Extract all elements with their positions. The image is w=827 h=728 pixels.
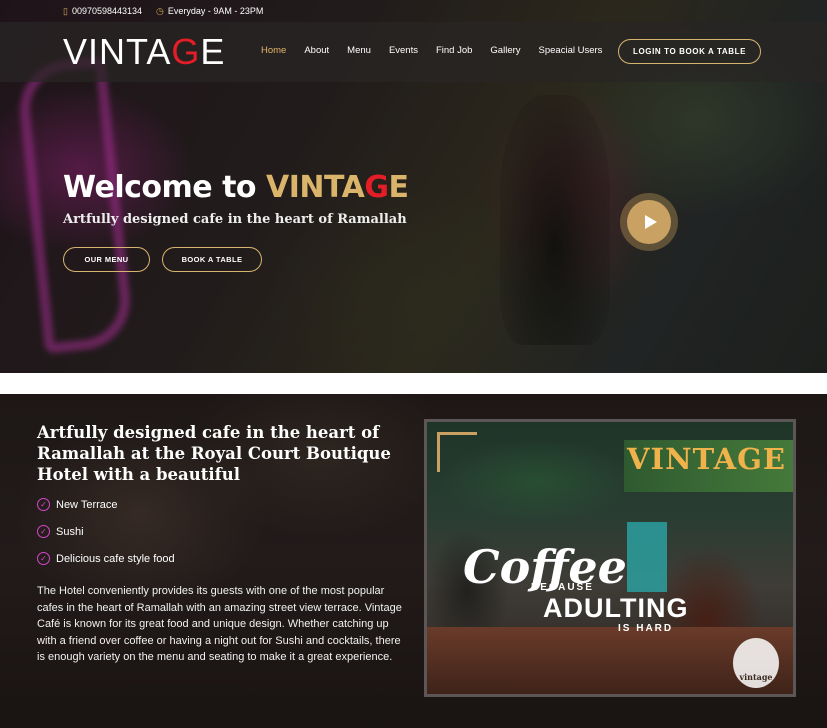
check-circle-icon: ✓	[37, 498, 50, 511]
because-text: BECAUSE	[531, 582, 594, 593]
is-hard-text: IS HARD	[618, 623, 674, 634]
check-circle-icon: ✓	[37, 552, 50, 565]
hero-brand-main: VINTA	[266, 170, 365, 205]
logo-text-accent: G	[171, 31, 201, 72]
wall-sign-text: VINTAGE	[627, 442, 786, 476]
feature-label: Sushi	[56, 525, 84, 538]
hero-title-brand: VINTAGE	[266, 170, 409, 205]
play-icon	[644, 215, 657, 229]
about-title: Artfully designed cafe in the heart of R…	[37, 423, 391, 484]
our-menu-button[interactable]: OUR MENU	[63, 247, 150, 272]
hero-section: ▯ 00970598443134 ◷ Everyday - 9AM - 23PM…	[0, 0, 827, 373]
hours-info: ◷ Everyday - 9AM - 23PM	[156, 6, 263, 17]
phone-info[interactable]: ▯ 00970598443134	[63, 6, 142, 17]
cafe-photo-image: VINTAGE Coffee BECAUSE ADULTING IS HARD …	[427, 422, 793, 694]
nav-item-special-users[interactable]: Speacial Users	[539, 45, 603, 56]
hero-brand-accent: G	[364, 170, 389, 205]
hero-title: Welcome to VINTAGE	[63, 170, 409, 205]
nav-item-about[interactable]: About	[304, 45, 329, 56]
feature-label: Delicious cafe style food	[56, 552, 175, 565]
opening-hours: Everyday - 9AM - 23PM	[167, 6, 264, 16]
site-logo[interactable]: VINTAGE	[63, 31, 225, 73]
check-circle-icon: ✓	[37, 525, 50, 538]
cafe-photo: VINTAGE Coffee BECAUSE ADULTING IS HARD …	[424, 419, 796, 697]
feature-list: ✓ New Terrace ✓ Sushi ✓ Delicious cafe s…	[37, 491, 175, 572]
about-body-text: The Hotel conveniently provides its gues…	[37, 585, 402, 663]
nav-item-home[interactable]: Home	[261, 45, 286, 56]
logo-text-end: E	[200, 31, 226, 72]
nav-item-find-job[interactable]: Find Job	[436, 45, 472, 56]
top-info-bar: ▯ 00970598443134 ◷ Everyday - 9AM - 23PM	[0, 0, 827, 22]
gold-corner-decoration	[437, 432, 477, 472]
feature-item: ✓ New Terrace	[37, 491, 175, 518]
hero-brand-end: E	[388, 170, 409, 205]
adulting-text: ADULTING	[543, 593, 689, 623]
video-play-button[interactable]	[620, 193, 678, 251]
nav-item-events[interactable]: Events	[389, 45, 418, 56]
about-section: Artfully designed cafe in the heart of R…	[0, 394, 827, 728]
vintage-mini-logo: vintage	[733, 638, 779, 688]
hero-title-prefix: Welcome to	[63, 170, 266, 205]
nav-menu: Home About Menu Events Find Job Gallery …	[261, 45, 620, 56]
clock-icon: ◷	[156, 5, 164, 16]
feature-item: ✓ Delicious cafe style food	[37, 545, 175, 572]
phone-number: 00970598443134	[71, 6, 143, 16]
hero-subtitle: Artfully designed cafe in the heart of R…	[63, 212, 407, 227]
teal-light	[627, 522, 667, 592]
logo-text-main: VINTA	[63, 31, 172, 72]
book-table-button[interactable]: BOOK A TABLE	[162, 247, 262, 272]
nav-item-gallery[interactable]: Gallery	[490, 45, 520, 56]
nav-item-menu[interactable]: Menu	[347, 45, 371, 56]
login-book-table-button[interactable]: LOGIN TO BOOK A TABLE	[618, 39, 761, 64]
phone-icon: ▯	[63, 5, 68, 16]
play-button-inner[interactable]	[627, 200, 671, 244]
main-navbar: VINTAGE Home About Menu Events Find Job …	[0, 22, 827, 82]
feature-item: ✓ Sushi	[37, 518, 175, 545]
feature-label: New Terrace	[56, 498, 118, 511]
